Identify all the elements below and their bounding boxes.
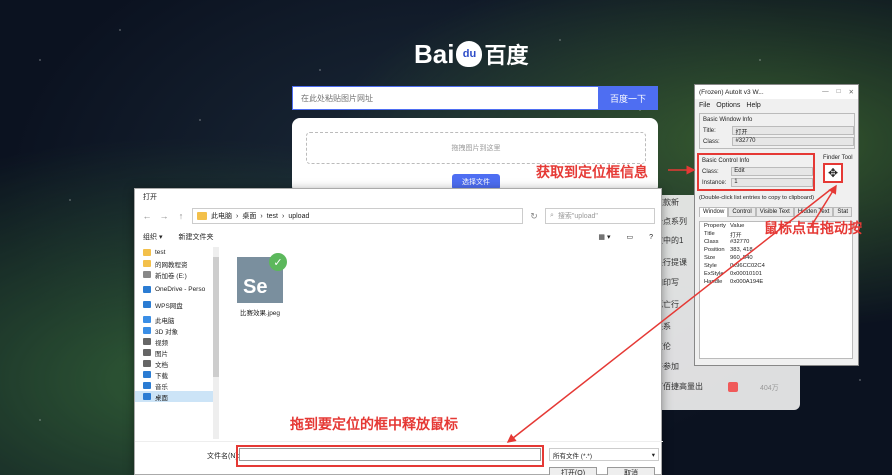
arrow-to-filename (506, 189, 831, 443)
arrow-to-finder (809, 184, 837, 229)
annotation-arrows (506, 165, 837, 443)
